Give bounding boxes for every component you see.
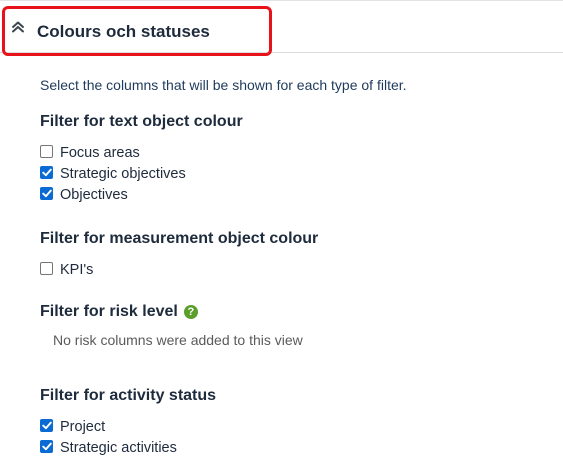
top-divider bbox=[0, 0, 563, 1]
checkbox-label: Strategic objectives bbox=[60, 166, 186, 182]
risk-level-filter-title: Filter for risk level? bbox=[40, 303, 198, 321]
risk-level-title-text: Filter for risk level bbox=[40, 303, 178, 320]
checkbox-box-checked[interactable] bbox=[40, 187, 53, 200]
checkbox-box-checked[interactable] bbox=[40, 166, 53, 179]
text-colour-filter-title: Filter for text object colour bbox=[40, 113, 243, 130]
checkbox-kpis[interactable]: KPI's bbox=[40, 260, 93, 280]
checkbox-strategic-activities[interactable]: Strategic activities bbox=[40, 438, 177, 458]
no-risk-columns-note: No risk columns were added to this view bbox=[53, 332, 303, 348]
checkbox-objectives[interactable]: Objectives bbox=[40, 185, 128, 205]
checkbox-label: KPI's bbox=[60, 262, 94, 278]
double-chevron-up-icon[interactable] bbox=[11, 20, 25, 34]
checkbox-box[interactable] bbox=[40, 145, 53, 158]
checkbox-project[interactable]: Project bbox=[40, 417, 105, 437]
checkmark-icon bbox=[41, 189, 52, 198]
checkmark-icon bbox=[41, 421, 52, 430]
measurement-colour-filter-title: Filter for measurement object colour bbox=[40, 230, 319, 247]
checkbox-label: Objectives bbox=[60, 187, 128, 203]
activity-status-filter-title: Filter for activity status bbox=[40, 387, 217, 404]
checkbox-label: Project bbox=[60, 419, 106, 435]
checkbox-label: Focus areas bbox=[60, 145, 140, 161]
checkbox-box-checked[interactable] bbox=[40, 440, 53, 453]
checkmark-icon bbox=[41, 442, 52, 451]
help-icon[interactable]: ? bbox=[183, 305, 198, 319]
checkbox-box-checked[interactable] bbox=[40, 419, 53, 432]
checkbox-strategic-objectives[interactable]: Strategic objectives bbox=[40, 164, 186, 184]
checkmark-icon bbox=[41, 168, 52, 177]
section-intro: Select the columns that will be shown fo… bbox=[40, 77, 407, 93]
section-title[interactable]: Colours och statuses bbox=[37, 22, 210, 42]
checkbox-focus-areas[interactable]: Focus areas bbox=[40, 143, 140, 163]
checkbox-label: Strategic activities bbox=[60, 440, 177, 456]
checkbox-box[interactable] bbox=[40, 262, 53, 275]
page: Colours och statuses Select the columns … bbox=[0, 0, 563, 476]
